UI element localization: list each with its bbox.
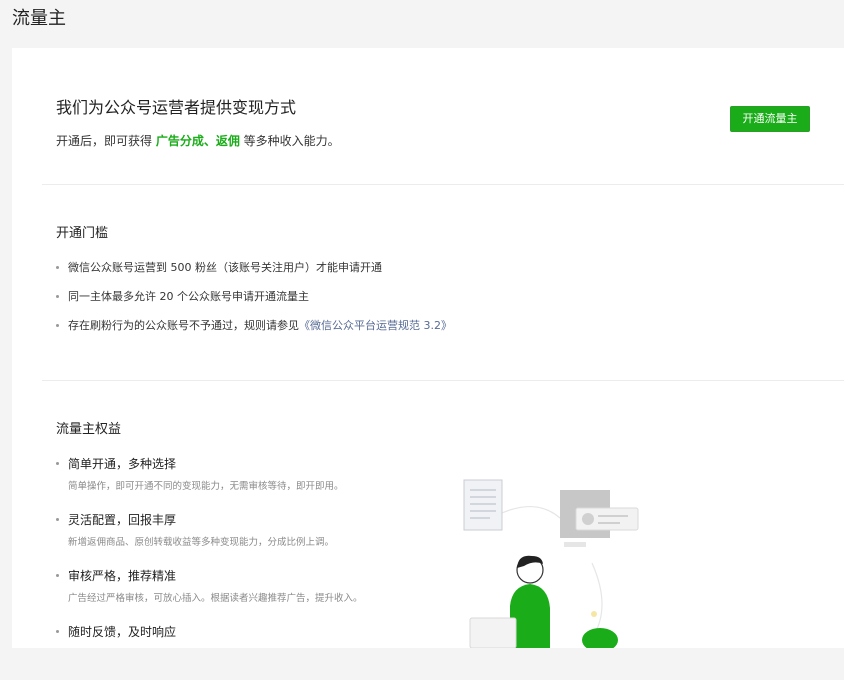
list-item: 同一主体最多允许 20 个公众账号申请开通流量主 — [56, 289, 452, 318]
list-item: 存在刷粉行为的公众账号不予通过，规则请参见《微信公众平台运营规范 3.2》 — [56, 318, 452, 347]
divider — [42, 184, 844, 185]
message-card-icon — [560, 490, 639, 547]
page-title: 流量主 — [12, 8, 66, 29]
document-icon — [463, 479, 503, 531]
req-item3-text: 存在刷粉行为的公众账号不予通过，规则请参见 — [68, 319, 299, 332]
list-item: 简单开通，多种选择 简单操作，即可开通不同的变现能力，无需审核等待，即开即用。 — [56, 456, 363, 512]
main-card: 我们为公众号运营者提供变现方式 开通后，即可获得 广告分成、返佣 等多种收入能力… — [12, 48, 844, 648]
benefits-title: 流量主权益 — [56, 422, 122, 437]
benefits-list: 简单开通，多种选择 简单操作，即可开通不同的变现能力，无需审核等待，即开即用。 … — [56, 456, 363, 680]
open-traffic-master-button[interactable]: 开通流量主 — [730, 106, 810, 132]
piggy-bank-icon — [582, 611, 618, 648]
benefit-desc: 简单操作，即可开通不同的变现能力，无需审核等待，即开即用。 — [68, 481, 344, 492]
hero-desc-suffix: 等多种收入能力。 — [239, 134, 340, 148]
benefit-title: 简单开通，多种选择 — [56, 456, 363, 472]
operation-rules-link[interactable]: 《微信公众平台运营规范 3.2》 — [299, 319, 452, 332]
hero-heading: 我们为公众号运营者提供变现方式 — [56, 98, 297, 117]
benefit-desc: 广告经过严格审核，可放心插入。根据读者兴趣推荐广告，提升收入。 — [68, 593, 363, 604]
hero-desc-prefix: 开通后，即可获得 — [56, 134, 156, 148]
hero-description: 开通后，即可获得 广告分成、返佣 等多种收入能力。 — [56, 132, 340, 149]
list-item: 微信公众账号运营到 500 粉丝（该账号关注用户）才能申请开通 — [56, 260, 452, 289]
list-item: 灵活配置，回报丰厚 新增返佣商品、原创转载收益等多种变现能力，分成比例上调。 — [56, 512, 363, 568]
benefit-desc: 新增返佣商品、原创转载收益等多种变现能力，分成比例上调。 — [68, 537, 335, 548]
benefit-title: 灵活配置，回报丰厚 — [56, 512, 363, 528]
hero-desc-highlight: 广告分成、返佣 — [155, 134, 240, 148]
divider — [42, 380, 844, 381]
list-item: 随时反馈，及时响应 — [56, 624, 363, 680]
requirements-list: 微信公众账号运营到 500 粉丝（该账号关注用户）才能申请开通 同一主体最多允许… — [56, 260, 452, 347]
benefit-title: 审核严格，推荐精准 — [56, 568, 363, 584]
person-icon — [469, 555, 550, 648]
benefit-title: 随时反馈，及时响应 — [56, 624, 363, 640]
requirements-title: 开通门槛 — [56, 226, 109, 241]
illustration — [463, 479, 639, 648]
list-item: 审核严格，推荐精准 广告经过严格审核，可放心插入。根据读者兴趣推荐广告，提升收入… — [56, 568, 363, 624]
